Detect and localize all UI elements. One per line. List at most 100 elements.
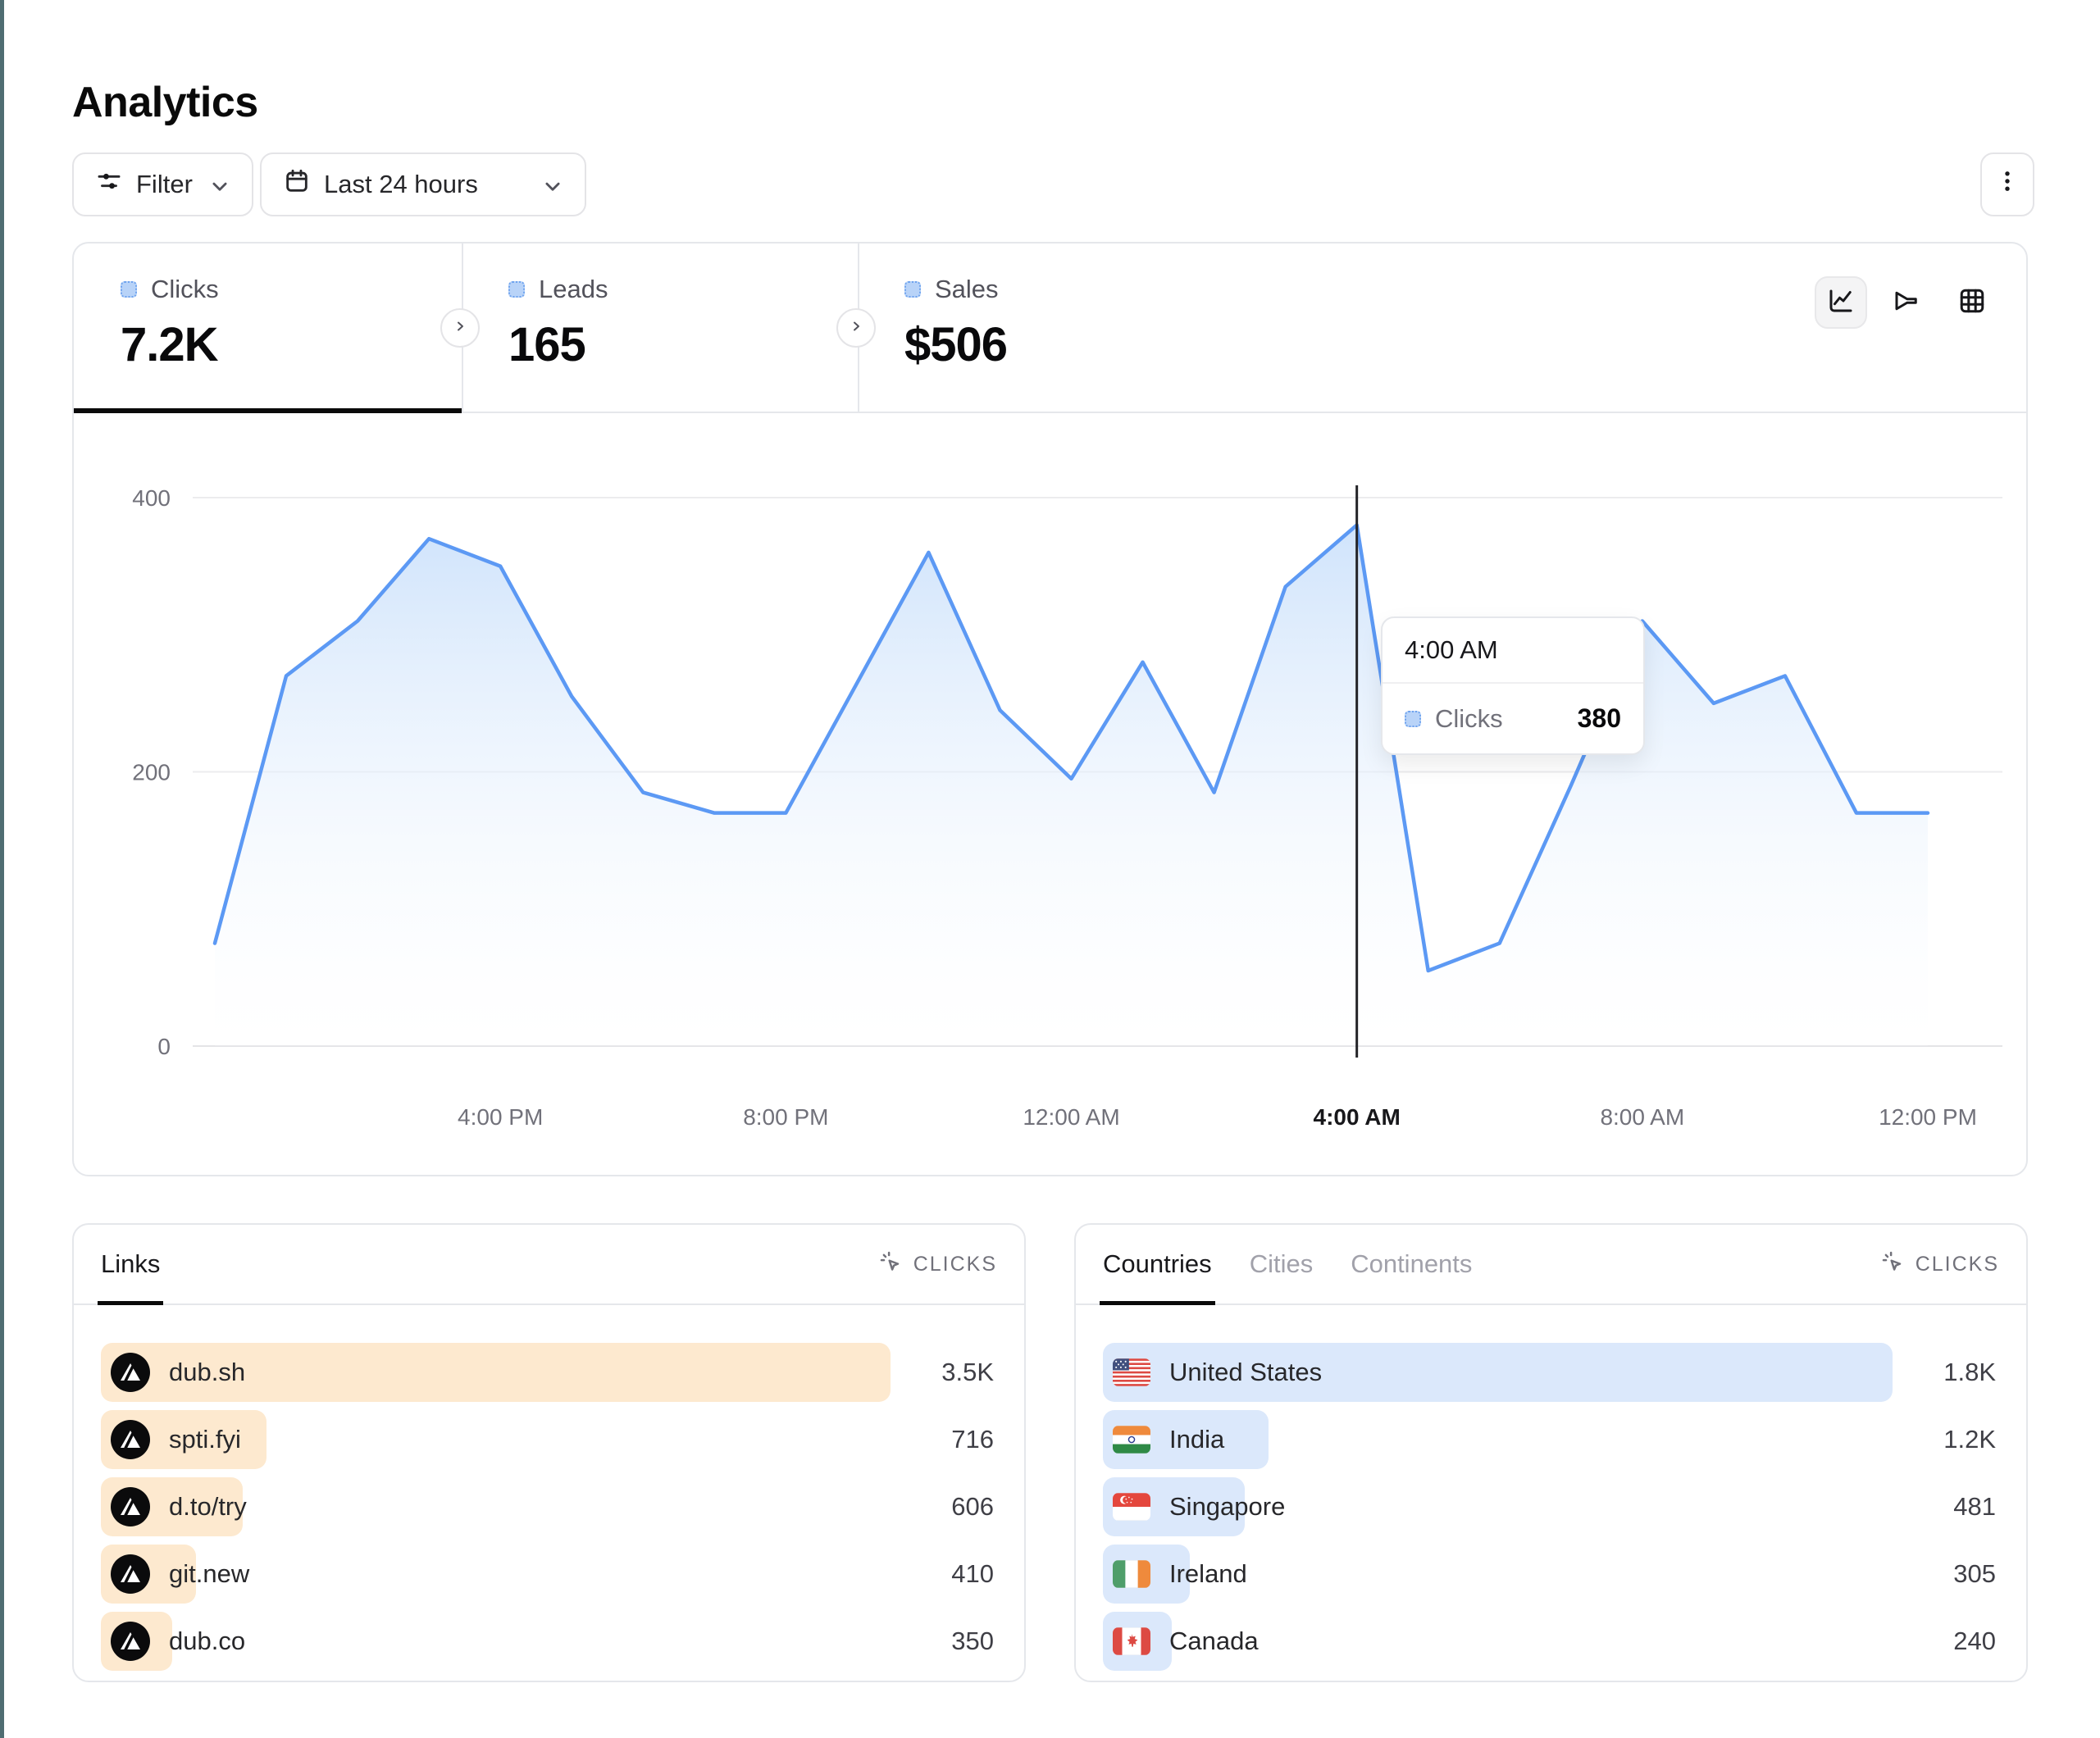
chart-hover-region[interactable] xyxy=(193,485,2005,1059)
row-value: 410 xyxy=(951,1545,994,1604)
row-label: India xyxy=(1169,1425,1224,1454)
tab-continents[interactable]: Continents xyxy=(1351,1225,1472,1304)
date-range-label: Last 24 hours xyxy=(324,170,478,199)
cursor-click-icon xyxy=(878,1249,903,1280)
leads-tab-label: Leads xyxy=(539,275,608,304)
stat-tabs-row: Clicks 7.2K Leads 165 Sales $506 xyxy=(74,243,2026,413)
filter-sliders-icon xyxy=(95,167,123,202)
tooltip-series-label: Clicks xyxy=(1435,704,1503,734)
cursor-click-icon xyxy=(1880,1249,1905,1280)
list-item[interactable]: Singapore 481 xyxy=(1103,1477,1999,1536)
row-label: git.new xyxy=(169,1559,249,1589)
sales-legend-chip xyxy=(904,281,921,298)
table-grid-icon xyxy=(1957,286,1987,320)
row-value: 606 xyxy=(951,1477,994,1536)
countries-tab-label: Countries xyxy=(1103,1249,1212,1279)
chevron-right-icon xyxy=(846,316,866,340)
kebab-menu-icon xyxy=(1993,167,2021,202)
countries-metric-label: CLICKS xyxy=(1916,1253,1999,1276)
tab-sales[interactable]: Sales $506 xyxy=(858,243,1268,412)
list-item[interactable]: dub.co 350 xyxy=(101,1612,997,1671)
list-item[interactable]: Canada 240 xyxy=(1103,1612,1999,1671)
row-value: 1.8K xyxy=(1943,1343,1996,1402)
table-view-toggle[interactable] xyxy=(1946,276,1998,329)
row-label: Canada xyxy=(1169,1627,1259,1656)
tab-cities[interactable]: Cities xyxy=(1250,1225,1314,1304)
line-chart-toggle[interactable] xyxy=(1815,276,1867,329)
row-icon xyxy=(111,1487,150,1526)
filter-button-label: Filter xyxy=(136,170,193,199)
row-label: d.to/try xyxy=(169,1492,247,1522)
list-item[interactable]: Ireland 305 xyxy=(1103,1545,1999,1604)
list-item[interactable]: United States 1.8K xyxy=(1103,1343,1999,1402)
countries-list: United States 1.8K India 1.2K Singapore … xyxy=(1076,1305,2026,1671)
funnel-chart-icon xyxy=(1892,286,1921,320)
row-icon xyxy=(111,1353,150,1392)
row-label: United States xyxy=(1169,1358,1322,1387)
cities-tab-label: Cities xyxy=(1250,1249,1314,1279)
list-item[interactable]: spti.fyi 716 xyxy=(101,1410,997,1469)
filter-button[interactable]: Filter xyxy=(72,152,253,216)
list-item[interactable]: dub.sh 3.5K xyxy=(101,1343,997,1402)
row-icon xyxy=(1113,1627,1150,1655)
chevron-down-icon xyxy=(206,172,230,197)
clicks-value: 7.2K xyxy=(121,317,462,372)
row-value: 240 xyxy=(1953,1612,1996,1671)
row-icon xyxy=(1113,1358,1150,1386)
links-metric-label: CLICKS xyxy=(913,1253,997,1276)
tab-leads[interactable]: Leads 165 xyxy=(462,243,858,412)
row-label: dub.co xyxy=(169,1627,245,1656)
tab-countries[interactable]: Countries xyxy=(1103,1225,1212,1304)
leads-value: 165 xyxy=(508,317,858,372)
more-options-button[interactable] xyxy=(1980,152,2034,216)
page-title: Analytics xyxy=(72,78,258,127)
row-value: 350 xyxy=(951,1612,994,1671)
expand-leads-sales-button[interactable] xyxy=(836,308,876,348)
row-icon xyxy=(1113,1426,1150,1454)
countries-panel: Countries Cities Continents CLICKS Unite… xyxy=(1074,1223,2028,1682)
tooltip-time: 4:00 AM xyxy=(1383,618,1643,684)
leads-legend-chip xyxy=(508,281,525,298)
calendar-icon xyxy=(283,167,311,202)
clicks-tab-label: Clicks xyxy=(151,275,219,304)
clicks-legend-chip xyxy=(121,281,137,298)
chart-type-switcher xyxy=(1815,276,1998,329)
sales-tab-label: Sales xyxy=(935,275,999,304)
window-edge xyxy=(0,0,4,1738)
row-label: Ireland xyxy=(1169,1559,1247,1589)
sales-value: $506 xyxy=(904,317,1268,372)
analytics-page: Analytics Filter Last 24 hours Clicks 7.… xyxy=(0,0,2100,1738)
links-panel: Links CLICKS dub.sh 3.5K spti.fyi 716 d.… xyxy=(72,1223,1026,1682)
list-item[interactable]: d.to/try 606 xyxy=(101,1477,997,1536)
chevron-right-icon xyxy=(450,316,470,340)
countries-metric-selector[interactable]: CLICKS xyxy=(1880,1249,1999,1280)
row-label: dub.sh xyxy=(169,1358,245,1387)
list-item[interactable]: git.new 410 xyxy=(101,1545,997,1604)
row-value: 3.5K xyxy=(941,1343,994,1402)
row-icon xyxy=(111,1554,150,1594)
row-icon xyxy=(1113,1560,1150,1588)
links-metric-selector[interactable]: CLICKS xyxy=(878,1249,997,1280)
tab-clicks[interactable]: Clicks 7.2K xyxy=(74,243,462,412)
chart-tooltip: 4:00 AM Clicks 380 xyxy=(1381,616,1645,755)
row-value: 716 xyxy=(951,1410,994,1469)
links-panel-header: Links CLICKS xyxy=(74,1225,1024,1305)
row-icon xyxy=(111,1420,150,1459)
funnel-chart-toggle[interactable] xyxy=(1880,276,1933,329)
countries-panel-header: Countries Cities Continents CLICKS xyxy=(1076,1225,2026,1305)
line-chart-icon xyxy=(1826,286,1856,320)
list-item[interactable]: India 1.2K xyxy=(1103,1410,1999,1469)
row-icon xyxy=(111,1622,150,1661)
continents-tab-label: Continents xyxy=(1351,1249,1472,1279)
chevron-down-icon xyxy=(539,172,563,197)
row-value: 305 xyxy=(1953,1545,1996,1604)
row-label: Singapore xyxy=(1169,1492,1285,1522)
row-icon xyxy=(1113,1493,1150,1521)
links-tab-label: Links xyxy=(101,1249,160,1279)
expand-clicks-leads-button[interactable] xyxy=(440,308,480,348)
date-range-button[interactable]: Last 24 hours xyxy=(260,152,586,216)
links-list: dub.sh 3.5K spti.fyi 716 d.to/try 606 gi… xyxy=(74,1305,1024,1671)
tooltip-legend-chip xyxy=(1405,711,1421,727)
tooltip-value: 380 xyxy=(1578,703,1621,734)
tab-links[interactable]: Links xyxy=(101,1225,160,1304)
